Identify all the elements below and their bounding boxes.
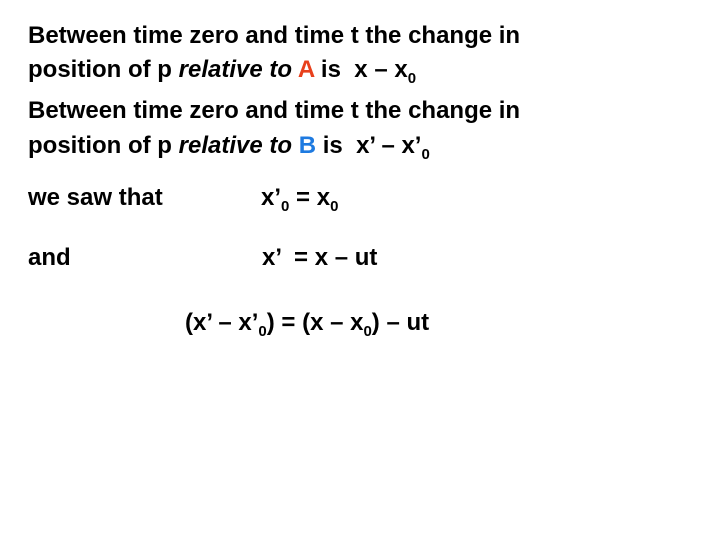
paragraph-a-line-2: position of p relative to A is x – x0 — [28, 56, 417, 87]
subscript-zero: 0 — [407, 70, 417, 87]
paragraph-b-line-2: position of p relative to B is x’ – x’0 — [28, 132, 430, 163]
subscript-zero: 0 — [330, 198, 339, 215]
frame-a-label: A — [297, 56, 315, 83]
is-text: is — [314, 56, 355, 83]
paragraph-b-prefix: position of p — [28, 132, 179, 159]
displacement-a-expression: x – x — [354, 56, 408, 83]
statement-2-equation: x’ = x – ut — [262, 244, 378, 271]
paragraph-a-prefix: position of p — [28, 56, 179, 83]
statement-1-equation: x’0 = x0 — [261, 184, 339, 215]
displacement-b-expression: x’ – x’ — [356, 132, 422, 159]
result-part-1: (x’ – x’ — [185, 309, 259, 336]
statement-2-label: and — [28, 244, 71, 271]
is-text: is — [316, 132, 357, 159]
statement-1-rhs: = x — [289, 184, 331, 211]
subscript-zero: 0 — [258, 323, 267, 340]
statement-1-lhs: x’ — [261, 184, 282, 211]
relative-to-italic: relative to — [178, 132, 293, 159]
paragraph-a-line-1: Between time zero and time t the change … — [28, 22, 521, 49]
statement-1-label: we saw that — [28, 184, 163, 211]
subscript-zero: 0 — [421, 146, 430, 163]
frame-b-label: B — [298, 132, 317, 159]
result-part-3: ) – ut — [371, 309, 430, 336]
result-part-2: ) = (x – x — [266, 309, 364, 336]
relative-to-italic: relative to — [178, 56, 293, 83]
result-equation: (x’ – x’0) = (x – x0) – ut — [185, 309, 430, 340]
subscript-zero: 0 — [363, 323, 372, 340]
paragraph-b-line-1: Between time zero and time t the change … — [28, 97, 521, 124]
subscript-zero: 0 — [281, 198, 290, 215]
